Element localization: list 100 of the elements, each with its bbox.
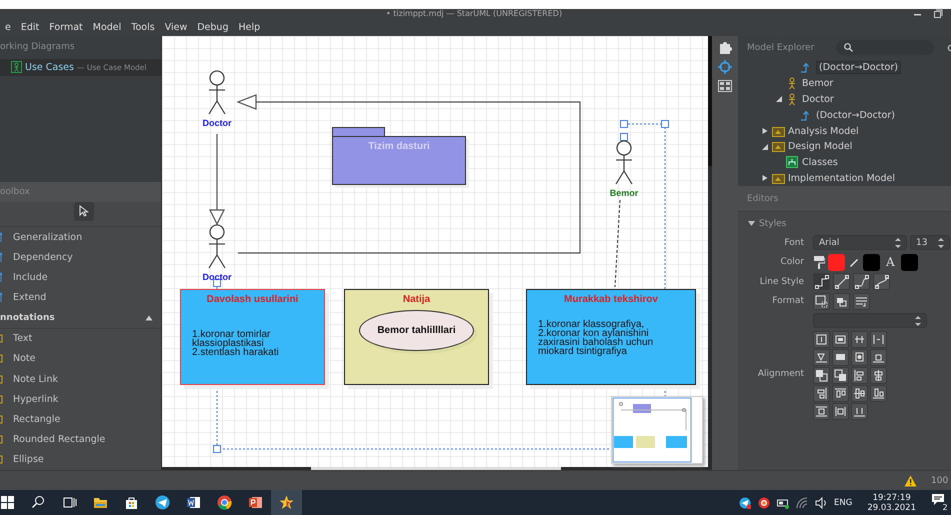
- folder-icon: [93, 495, 108, 510]
- alignment-button[interactable]: [870, 330, 887, 348]
- alignment-button[interactable]: [813, 366, 830, 384]
- alignment-button[interactable]: [851, 402, 868, 420]
- toolbox-item[interactable]: Rounded Rectangle: [0, 430, 161, 450]
- menu-item[interactable]: Model: [88, 22, 126, 33]
- expander-icon[interactable]: [776, 96, 782, 102]
- diagram-icon: [786, 156, 799, 170]
- font-size-field[interactable]: 13: [910, 235, 950, 250]
- line-style-button[interactable]: [853, 273, 870, 290]
- speaker-icon[interactable]: [815, 496, 827, 508]
- alignment-button[interactable]: [832, 402, 849, 420]
- box-title: Murakkab tekshirov: [564, 294, 658, 305]
- tool-icon: [0, 414, 4, 426]
- alignment-button[interactable]: [870, 384, 887, 402]
- minimap[interactable]: [611, 396, 703, 464]
- record-icon[interactable]: [758, 496, 770, 508]
- toolbox-item[interactable]: Text: [0, 328, 161, 349]
- search-field[interactable]: [836, 40, 934, 55]
- format-button[interactable]: [853, 292, 870, 310]
- menu-item[interactable]: Debug: [192, 22, 234, 33]
- alignment-button[interactable]: [851, 384, 868, 402]
- collapse-icon[interactable]: [145, 314, 153, 321]
- crosshair-icon[interactable]: [718, 60, 732, 74]
- alignment-button[interactable]: [813, 402, 830, 420]
- tree-item[interactable]: Bemor: [738, 76, 951, 92]
- menu-item[interactable]: e: [0, 22, 16, 33]
- field-label: Alignment: [756, 368, 805, 378]
- tree-item[interactable]: Doctor: [738, 92, 951, 108]
- font-select[interactable]: Arial: [813, 235, 907, 250]
- toolbox-item[interactable]: Note: [0, 348, 161, 370]
- restore-icon[interactable]: [933, 9, 943, 19]
- line-style-button[interactable]: [873, 273, 890, 290]
- line-style-button[interactable]: [813, 273, 830, 290]
- alignment-icon: [814, 368, 829, 382]
- alignment-button[interactable]: [832, 384, 849, 402]
- tool-icon: [0, 252, 4, 263]
- color-swatch[interactable]: [828, 254, 845, 271]
- expander-icon[interactable]: [762, 175, 768, 182]
- alignment-button[interactable]: [832, 348, 849, 366]
- toolbox-item[interactable]: Extend: [0, 288, 161, 308]
- line-style-button[interactable]: [833, 273, 850, 290]
- expander-icon[interactable]: [748, 221, 755, 226]
- model-icon: [772, 140, 785, 154]
- format-button[interactable]: [813, 292, 830, 310]
- tree-item[interactable]: (Doctor→Doctor): [738, 107, 951, 124]
- expander-icon[interactable]: [762, 144, 768, 150]
- box-title: Natija: [402, 294, 430, 305]
- alignment-button[interactable]: [832, 330, 849, 348]
- menu-item[interactable]: Format: [44, 22, 88, 33]
- pointer-tool-button[interactable]: [74, 202, 94, 221]
- wifi-icon[interactable]: [796, 496, 808, 508]
- windows-icon: [0, 495, 15, 510]
- alignment-button[interactable]: [851, 348, 868, 366]
- star-taskbar-button[interactable]: [271, 490, 302, 515]
- toolbox-item[interactable]: Hyperlink: [0, 389, 161, 410]
- line-style-icon: [874, 274, 889, 290]
- menu-item[interactable]: Edit: [16, 22, 44, 33]
- menu-item[interactable]: View: [160, 22, 192, 33]
- battery-icon[interactable]: [777, 496, 789, 508]
- tree-item[interactable]: Classes: [738, 154, 951, 171]
- tree-item[interactable]: Design Model: [738, 138, 951, 155]
- word-icon: [186, 495, 201, 510]
- toolbox-item[interactable]: Note Link: [0, 369, 161, 390]
- toolbox-item[interactable]: Include: [0, 267, 161, 288]
- expander-icon[interactable]: [762, 128, 768, 134]
- alignment-button[interactable]: [851, 366, 868, 384]
- field-label: Format: [771, 296, 805, 306]
- format-button[interactable]: [833, 292, 850, 310]
- window-title: • tizimppt.mdj — StarUML (UNREGISTERED): [386, 9, 562, 19]
- puzzle-icon[interactable]: [718, 40, 732, 54]
- alignment-button[interactable]: [813, 330, 830, 348]
- toolbox-item[interactable]: Ellipse: [0, 450, 161, 470]
- toolbox-item[interactable]: Generalization: [0, 226, 161, 248]
- language-indicator[interactable]: ENG: [834, 498, 852, 508]
- tool-icon: [0, 272, 4, 283]
- alignment-button[interactable]: [813, 384, 830, 402]
- color-swatch[interactable]: [900, 254, 918, 271]
- menu-item[interactable]: Help: [233, 22, 266, 33]
- warning-icon[interactable]: [904, 474, 917, 486]
- alignment-button[interactable]: [870, 366, 887, 384]
- menu-item[interactable]: Tools: [126, 22, 160, 33]
- alignment-icon: [814, 404, 829, 418]
- paper-plane-icon[interactable]: [739, 496, 751, 508]
- diagram-name: Use Cases: [25, 62, 74, 73]
- tree-item[interactable]: Implementation Model: [738, 170, 951, 186]
- color-swatch[interactable]: [863, 254, 880, 271]
- toolbox-item[interactable]: Dependency: [0, 247, 161, 268]
- alignment-button[interactable]: [832, 366, 849, 384]
- stepper-icon: [915, 316, 921, 326]
- alignment-button[interactable]: [851, 330, 868, 348]
- layout-icon[interactable]: [718, 80, 732, 92]
- alignment-button[interactable]: [813, 348, 830, 366]
- notification-button[interactable]: 2: [931, 492, 947, 512]
- toolbox-item[interactable]: Rectangle: [0, 409, 161, 430]
- alignment-button[interactable]: [870, 348, 887, 366]
- alignment-icon: [833, 386, 848, 400]
- alignment-icon: [814, 332, 829, 346]
- tree-item[interactable]: Analysis Model: [738, 123, 951, 139]
- tree-item[interactable]: (Doctor→Doctor): [738, 60, 951, 76]
